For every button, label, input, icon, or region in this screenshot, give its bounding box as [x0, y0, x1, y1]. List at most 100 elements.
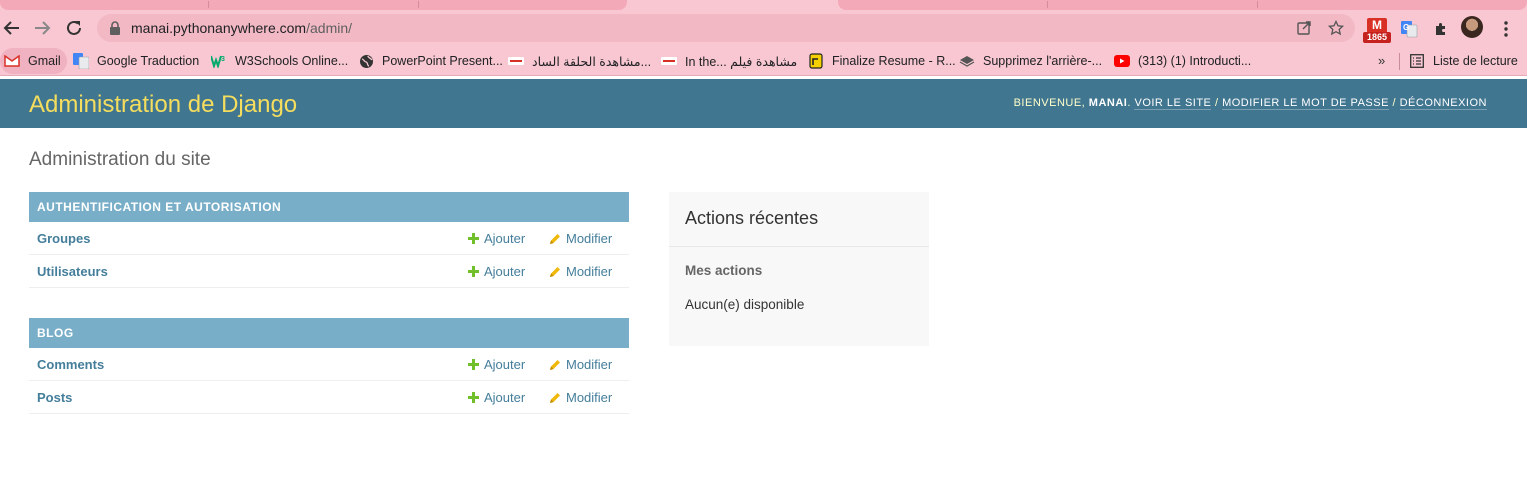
app-module-auth: Authentification et autorisation Groupes… [29, 192, 629, 288]
add-link[interactable]: Ajouter [468, 231, 525, 246]
browser-tab[interactable] [0, 0, 627, 10]
url-text[interactable]: manai.pythonanywhere.com/admin/ [131, 20, 352, 36]
star-icon [1328, 20, 1344, 36]
site-icon [508, 53, 524, 69]
puzzle-icon [1436, 23, 1445, 35]
module-caption[interactable]: Blog [29, 318, 629, 348]
url-path: /admin/ [306, 20, 353, 36]
share-icon [1297, 21, 1311, 35]
django-header: Administration de Django Bienvenue, MANA… [0, 79, 1527, 128]
browser-menu-button[interactable] [1493, 16, 1519, 42]
add-label: Ajouter [484, 357, 526, 372]
plus-icon [468, 359, 479, 370]
bookmark-w3schools[interactable]: 3 W3Schools Online... [211, 52, 348, 70]
back-arrow-icon [3, 21, 19, 35]
bookmark-google-traduction[interactable]: Google Traduction [73, 52, 199, 70]
plus-icon [468, 233, 479, 244]
change-label: Modifier [566, 357, 613, 372]
model-link-comments[interactable]: Comments [37, 357, 104, 372]
back-button[interactable] [0, 16, 24, 40]
logout-link[interactable]: Déconnexion [1399, 97, 1487, 110]
change-link[interactable]: Modifier [549, 231, 612, 246]
kebab-menu-icon [1504, 21, 1508, 37]
site-icon [661, 53, 677, 69]
username: MANAI [1088, 97, 1128, 109]
bookmark-powerpoint[interactable]: PowerPoint Present... [358, 52, 503, 70]
svg-text:G: G [1403, 23, 1409, 32]
model-row: Utilisateurs Ajouter Modifier [29, 255, 629, 288]
plus-icon [468, 266, 479, 277]
welcome-text: Bienvenue, [1013, 97, 1086, 109]
model-link-utilisateurs[interactable]: Utilisateurs [37, 264, 108, 279]
change-link[interactable]: Modifier [549, 390, 612, 405]
profile-avatar[interactable] [1461, 16, 1483, 38]
pencil-icon [550, 392, 560, 403]
bookmark-gmail[interactable]: Gmail [0, 48, 67, 74]
google-translate-extension[interactable]: G [1396, 16, 1422, 42]
browser-tab[interactable] [838, 0, 1527, 10]
change-password-link[interactable]: Modifier le mot de passe [1222, 97, 1389, 110]
reading-list-icon [1409, 53, 1425, 69]
share-button[interactable] [1294, 18, 1314, 38]
model-row: Groupes Ajouter Modifier [29, 222, 629, 255]
add-label: Ajouter [484, 390, 526, 405]
add-label: Ajouter [484, 231, 526, 246]
youtube-icon [1114, 53, 1130, 69]
bookmark-label: Finalize Resume - R... [832, 54, 956, 68]
forward-button[interactable] [30, 16, 54, 40]
page-title: Administration du site [29, 149, 211, 170]
add-link[interactable]: Ajouter [468, 357, 525, 372]
change-label: Modifier [566, 231, 613, 246]
add-link[interactable]: Ajouter [468, 264, 525, 279]
bookmark-arabic-film[interactable]: In the... مشاهدة فيلم [661, 52, 797, 70]
tab-separator [208, 1, 209, 8]
w3schools-icon: 3 [211, 53, 227, 69]
bookmark-youtube[interactable]: (313) (1) Introducti... [1114, 52, 1251, 70]
model-link-groupes[interactable]: Groupes [37, 231, 90, 246]
pencil-icon [550, 266, 560, 277]
bookmarks-divider [1399, 53, 1400, 70]
reload-icon [67, 20, 81, 35]
layers-icon [959, 53, 975, 69]
more-bookmarks-button[interactable]: » [1378, 53, 1385, 68]
gmail-unread-badge: 1865 [1363, 32, 1391, 43]
google-translate-icon [73, 53, 89, 69]
tab-separator [1257, 1, 1258, 8]
reload-button[interactable] [62, 16, 86, 40]
pencil-icon [550, 233, 560, 244]
tab-separator [1047, 1, 1048, 8]
tab-separator [418, 1, 419, 8]
model-row: Comments Ajouter Modifier [29, 348, 629, 381]
url-host: manai.pythonanywhere.com [131, 20, 307, 36]
pencil-icon [550, 359, 560, 370]
gmail-extension[interactable]: M 1865 [1363, 18, 1391, 44]
recent-actions-title: Actions récentes [669, 192, 929, 247]
bookmark-label: W3Schools Online... [235, 54, 349, 68]
bookmark-label: Supprimez l'arrière-... [983, 54, 1103, 68]
bookmark-label: PowerPoint Present... [382, 54, 503, 68]
change-link[interactable]: Modifier [549, 264, 612, 279]
app-module-blog: Blog Comments Ajouter Modifier Posts Ajo… [29, 318, 629, 414]
no-actions-text: Aucun(e) disponible [685, 297, 805, 312]
reading-list-button[interactable]: Liste de lecture [1409, 52, 1518, 70]
extensions-button[interactable] [1428, 16, 1454, 42]
bookmark-star-button[interactable] [1326, 18, 1346, 38]
view-site-link[interactable]: Voir le site [1134, 97, 1212, 110]
add-link[interactable]: Ajouter [468, 390, 525, 405]
resume-icon [808, 53, 824, 69]
bookmark-supprimez[interactable]: Supprimez l'arrière-... [959, 52, 1102, 70]
address-bar[interactable]: manai.pythonanywhere.com/admin/ [97, 14, 1355, 42]
bookmark-label: In the... مشاهدة فيلم [685, 54, 798, 69]
bookmark-arabic-episode[interactable]: مشاهدة الحلقة الساد... [508, 52, 651, 70]
change-link[interactable]: Modifier [549, 357, 612, 372]
change-label: Modifier [566, 264, 613, 279]
gmail-icon [4, 53, 20, 69]
browser-toolbar: manai.pythonanywhere.com/admin/ M 1865 G [0, 10, 1527, 46]
lock-icon [110, 21, 120, 35]
plus-icon [468, 392, 479, 403]
model-link-posts[interactable]: Posts [37, 390, 72, 405]
site-branding[interactable]: Administration de Django [29, 91, 297, 119]
bookmark-finalize-resume[interactable]: Finalize Resume - R... [808, 52, 956, 70]
bookmark-label: Google Traduction [97, 54, 200, 68]
module-caption[interactable]: Authentification et autorisation [29, 192, 629, 222]
